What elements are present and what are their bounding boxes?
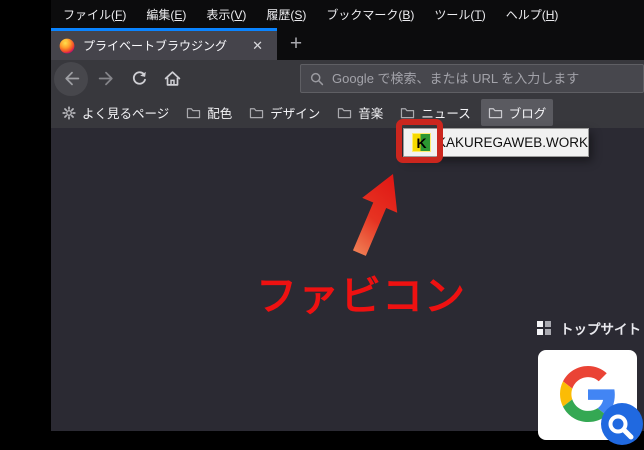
- url-input[interactable]: [332, 71, 634, 86]
- search-icon: [310, 72, 324, 86]
- folder-icon: [488, 106, 503, 119]
- bookmark-most-visited[interactable]: よく見るページ: [55, 99, 176, 126]
- tab-close-icon[interactable]: ✕: [246, 36, 269, 56]
- back-button[interactable]: [54, 61, 88, 96]
- new-tab-button[interactable]: +: [277, 28, 315, 60]
- tab-private-browsing[interactable]: プライベートブラウジング ✕: [51, 28, 277, 60]
- menu-bar: ファイル(F) 編集(E) 表示(V) 履歴(S) ブックマーク(B) ツール(…: [51, 0, 644, 28]
- folder-icon: [337, 106, 352, 119]
- bookmark-label: デザイン: [270, 107, 321, 121]
- grid-icon: [537, 321, 551, 335]
- navigation-bar: [51, 60, 644, 97]
- bookmark-folder-blog[interactable]: ブログ: [480, 99, 554, 126]
- top-sites-header: トップサイト: [537, 318, 641, 338]
- bookmark-label: 音楽: [358, 107, 384, 121]
- url-bar[interactable]: [300, 64, 644, 93]
- search-shortcut-badge[interactable]: [601, 403, 643, 445]
- menu-bookmarks[interactable]: ブックマーク(B): [316, 6, 424, 23]
- home-icon: [164, 71, 180, 86]
- folder-icon: [400, 106, 415, 119]
- bookmark-folder-music[interactable]: 音楽: [330, 99, 390, 126]
- menu-help[interactable]: ヘルプ(H): [496, 6, 569, 23]
- annotation-highlight-box: [396, 119, 443, 163]
- menu-edit[interactable]: 編集(E): [136, 6, 196, 23]
- bookmark-folder-colors[interactable]: 配色: [179, 99, 239, 126]
- folder-icon: [249, 106, 264, 119]
- tab-strip: プライベートブラウジング ✕ +: [51, 28, 644, 60]
- forward-button[interactable]: [92, 65, 120, 93]
- bookmark-label: よく見るページ: [82, 107, 170, 121]
- top-sites-title: トップサイト: [560, 322, 641, 337]
- reload-icon: [132, 71, 146, 85]
- bookmark-folder-design[interactable]: デザイン: [242, 99, 327, 126]
- bookmark-label: ブログ: [508, 107, 547, 121]
- forward-arrow-icon: [98, 71, 113, 86]
- tab-title: プライベートブラウジング: [83, 39, 228, 53]
- reload-button[interactable]: [125, 65, 153, 93]
- dropdown-item-label: KAKUREGAWEB.WORK: [437, 135, 589, 150]
- menu-tools[interactable]: ツール(T): [424, 6, 495, 23]
- menu-view[interactable]: 表示(V): [196, 6, 256, 23]
- bookmark-label: 配色: [207, 107, 233, 121]
- folder-icon: [186, 106, 201, 119]
- home-button[interactable]: [158, 65, 186, 93]
- back-arrow-icon: [64, 71, 79, 86]
- menu-history[interactable]: 履歴(S): [256, 6, 316, 23]
- menu-file[interactable]: ファイル(F): [53, 6, 136, 23]
- magnifier-icon: [608, 414, 634, 440]
- gear-icon: [62, 105, 76, 120]
- annotation-arrow: [352, 174, 398, 256]
- bookmarks-toolbar: よく見るページ 配色 デザイン 音楽 ニュース ブログ: [51, 97, 644, 128]
- firefox-icon: [59, 38, 75, 54]
- annotation-label: ファビコン: [256, 273, 466, 319]
